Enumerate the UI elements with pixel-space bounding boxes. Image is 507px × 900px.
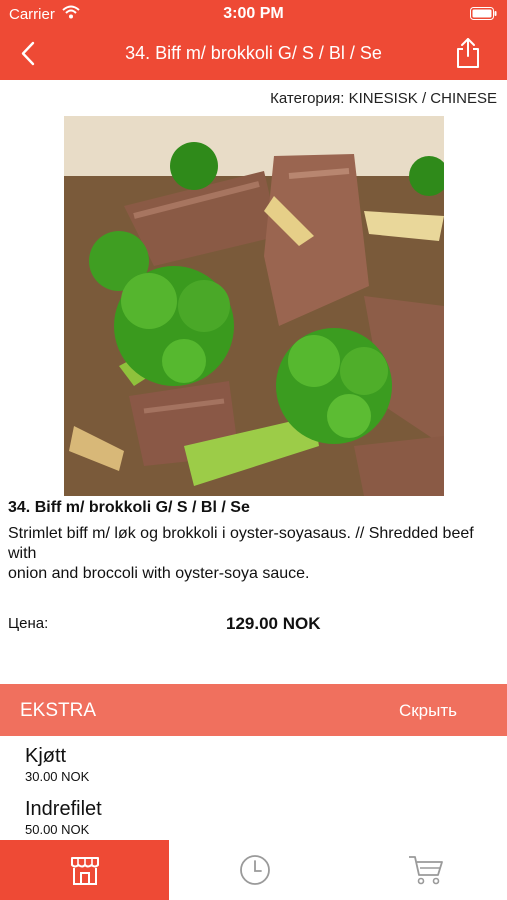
extra-item-name: Indrefilet [25, 798, 102, 820]
hide-extras-button[interactable]: Скрыть [399, 701, 457, 721]
page-title: 34. Biff m/ brokkoli G/ S / Bl / Se [125, 43, 382, 63]
back-button[interactable] [14, 39, 44, 69]
extra-item-kjott[interactable]: Kjøtt 30.00 NOK [25, 745, 89, 784]
navigation-bar: 34. Biff m/ brokkoli G/ S / Bl / Se [0, 28, 507, 80]
extras-title: EKSTRA [20, 700, 97, 721]
extra-item-price: 30.00 NOK [25, 769, 90, 784]
product-name: 34. Biff m/ brokkoli G/ S / Bl / Se [8, 499, 250, 516]
clock-icon [240, 855, 270, 885]
extra-item-name: Kjøtt [25, 745, 67, 767]
price-value: 129.00 NOK [226, 614, 321, 633]
tab-menu[interactable] [0, 840, 169, 900]
chevron-left-icon [21, 41, 35, 66]
product-photo [64, 116, 444, 496]
extra-item-indrefilet[interactable]: Indrefilet 50.00 NOK [25, 798, 102, 837]
status-bar: Carrier 3:00 PM [0, 0, 507, 28]
tab-history[interactable] [169, 840, 338, 900]
product-description: Strimlet biff m/ løk og brokkoli i oyste… [8, 525, 474, 582]
price-label: Цена: [8, 615, 49, 632]
battery-icon [470, 7, 497, 25]
store-icon [71, 857, 99, 885]
tab-bar [0, 840, 507, 900]
tab-cart[interactable] [338, 840, 507, 900]
clock-time: 3:00 PM [223, 5, 284, 22]
share-icon [457, 38, 479, 68]
cart-icon [409, 856, 443, 885]
category-label: Категория: KINESISK / CHINESE [270, 90, 497, 107]
extras-header: EKSTRA Скрыть [0, 684, 507, 736]
extra-item-price: 50.00 NOK [25, 822, 90, 837]
share-button[interactable] [453, 36, 483, 70]
